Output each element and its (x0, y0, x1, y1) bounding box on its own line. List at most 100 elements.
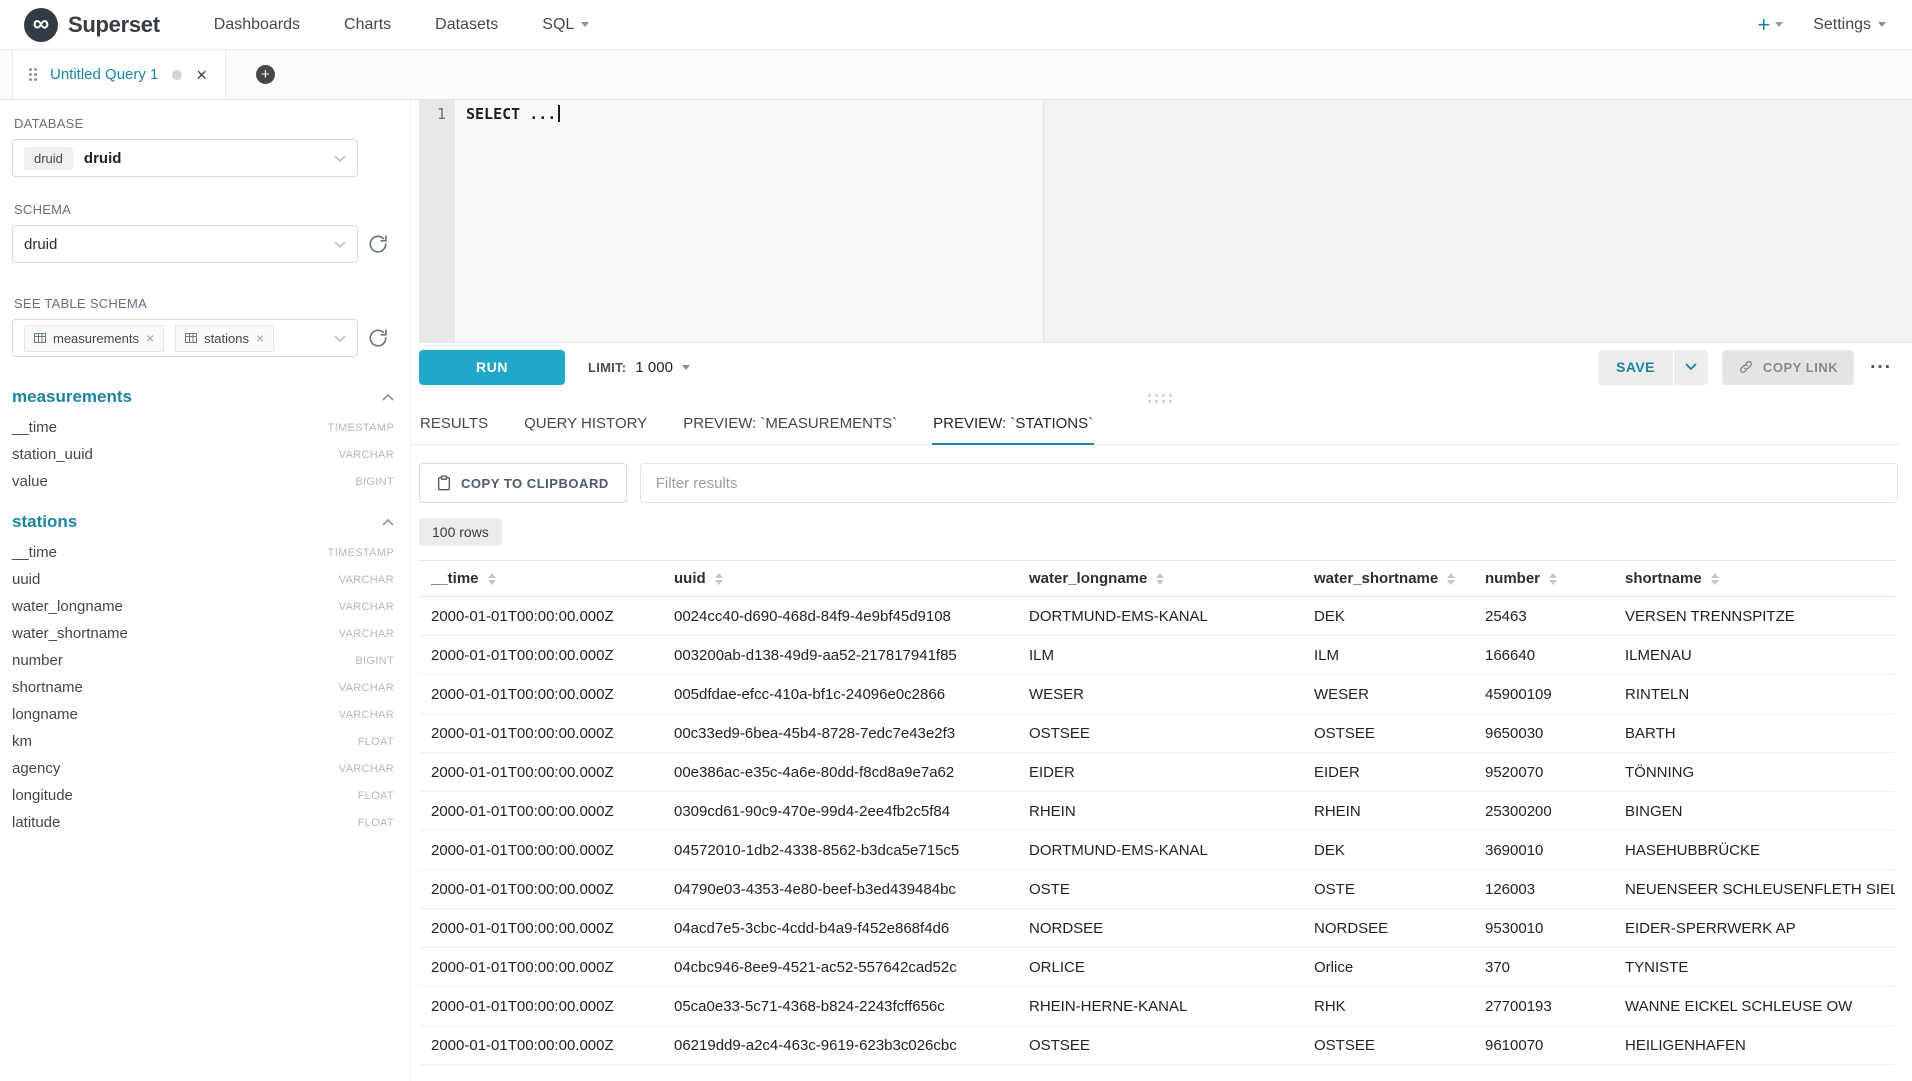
sort-icon[interactable] (715, 573, 723, 585)
grid-cell: OSTSEE (1302, 1026, 1473, 1065)
copy-link-button[interactable]: COPY LINK (1722, 350, 1854, 385)
grid-row[interactable]: 2000-01-01T00:00:00.000Z00e386ac-e35c-4a… (419, 753, 1895, 792)
grid-row[interactable]: 2000-01-01T00:00:00.000Z00c33ed9-6bea-45… (419, 714, 1895, 753)
refresh-tables-icon[interactable] (368, 328, 388, 348)
new-item-button[interactable]: + (1757, 12, 1783, 38)
copy-to-clipboard-button[interactable]: COPY TO CLIPBOARD (419, 463, 627, 503)
results-tab-bar: RESULTS QUERY HISTORY PREVIEW: `MEASUREMEN… (411, 405, 1898, 445)
close-tab-icon[interactable]: × (194, 64, 209, 86)
sort-icon[interactable] (1447, 573, 1455, 585)
grid-row[interactable]: 2000-01-01T00:00:00.000Z04cbc946-8ee9-45… (419, 948, 1895, 987)
grid-cell: 05ca0e33-5c71-4368-b824-2243fcff656c (662, 987, 1017, 1026)
more-options-button[interactable]: ... (1868, 352, 1898, 382)
settings-menu[interactable]: Settings (1813, 16, 1886, 34)
schema-select[interactable]: druid (12, 225, 358, 263)
grid-cell: 2000-01-01T00:00:00.000Z (419, 714, 662, 753)
run-button[interactable]: RUN (419, 350, 565, 385)
table-icon (34, 332, 46, 344)
grid-cell: DEK (1302, 831, 1473, 870)
drag-handle-icon[interactable] (29, 68, 38, 82)
grid-row[interactable]: 2000-01-01T00:00:00.000Z05ca0e33-5c71-43… (419, 987, 1895, 1026)
grid-cell: 2000-01-01T00:00:00.000Z (419, 831, 662, 870)
save-button[interactable]: SAVE (1598, 350, 1673, 385)
grid-row[interactable]: 2000-01-01T00:00:00.000Z04acd7e5-3cbc-4c… (419, 909, 1895, 948)
nav-item-sql[interactable]: SQL (542, 16, 589, 34)
sort-icon[interactable] (1711, 573, 1719, 585)
refresh-schema-icon[interactable] (368, 234, 388, 254)
row-count-badge: 100 rows (419, 518, 502, 546)
grid-cell: HASEHUBBRÜCKE (1613, 831, 1895, 870)
sort-icon[interactable] (488, 573, 496, 585)
grid-cell: 04cbc946-8ee9-4521-ac52-557642cad52c (662, 948, 1017, 987)
results-tab-0[interactable]: RESULTS (419, 405, 489, 444)
table-icon (185, 332, 197, 344)
table-chip[interactable]: stations× (175, 325, 274, 352)
grid-column-header[interactable]: shortname (1613, 561, 1895, 597)
brand[interactable]: ∞ Superset (24, 8, 160, 42)
text-cursor (558, 105, 560, 122)
table-chip[interactable]: measurements× (24, 325, 164, 352)
remove-chip-icon[interactable]: × (256, 331, 264, 345)
grid-row[interactable]: 2000-01-01T00:00:00.000Z06219dd9-a2c4-46… (419, 1026, 1895, 1065)
editor-code[interactable]: SELECT ... (455, 100, 560, 342)
table-schema-select[interactable]: measurements× stations× (12, 319, 358, 357)
grid-cell: 2000-01-01T00:00:00.000Z (419, 909, 662, 948)
grid-column-header[interactable]: water_longname (1017, 561, 1302, 597)
grid-column-header[interactable]: __time (419, 561, 662, 597)
results-tab-3[interactable]: PREVIEW: `STATIONS` (932, 405, 1094, 445)
grid-cell: 370 (1473, 948, 1613, 987)
grid-cell: 2000-01-01T00:00:00.000Z (419, 792, 662, 831)
nav-item-charts[interactable]: Charts (344, 16, 391, 34)
grid-cell: ORLICE (1017, 948, 1302, 987)
grid-column-header[interactable]: water_shortname (1302, 561, 1473, 597)
results-grid: __timeuuidwater_longnamewater_shortnamen… (419, 560, 1898, 1065)
table-name[interactable]: stations (12, 512, 77, 532)
nav-item-dashboards[interactable]: Dashboards (214, 16, 300, 34)
query-tab[interactable]: Untitled Query 1 × (12, 50, 226, 99)
results-tab-2[interactable]: PREVIEW: `MEASUREMENTS` (682, 405, 898, 444)
remove-chip-icon[interactable]: × (146, 331, 154, 345)
sort-icon[interactable] (1156, 573, 1164, 585)
grid-cell: ILM (1017, 636, 1302, 675)
grid-cell: BINGEN (1613, 792, 1895, 831)
database-value: druid (84, 150, 122, 167)
grid-cell: OSTSEE (1017, 1026, 1302, 1065)
schema-table-measurements: measurements__timeTIMESTAMPstation_uuidV… (12, 387, 396, 495)
editor-toolbar: RUN LIMIT: 1 000 SAVE COPY LINK ... (411, 343, 1912, 391)
grid-row[interactable]: 2000-01-01T00:00:00.000Z003200ab-d138-49… (419, 636, 1895, 675)
query-tab-label: Untitled Query 1 (50, 66, 158, 83)
grid-row[interactable]: 2000-01-01T00:00:00.000Z0024cc40-d690-46… (419, 597, 1895, 636)
table-schema-label: SEE TABLE SCHEMA (14, 296, 396, 311)
collapse-icon[interactable] (382, 513, 394, 531)
grid-cell: 9530010 (1473, 909, 1613, 948)
table-name[interactable]: measurements (12, 387, 132, 407)
column-row: shortnameVARCHAR (12, 674, 396, 701)
grid-cell: 0309cd61-90c9-470e-99d4-2ee4fb2c5f84 (662, 792, 1017, 831)
sql-editor[interactable]: 1 SELECT ... (419, 100, 1912, 343)
grid-cell: 06219dd9-a2c4-463c-9619-623b3c026cbc (662, 1026, 1017, 1065)
database-select[interactable]: druid druid (12, 139, 358, 177)
print-margin-line (1043, 100, 1044, 342)
save-options-button[interactable] (1674, 350, 1708, 385)
grid-row[interactable]: 2000-01-01T00:00:00.000Z04572010-1db2-43… (419, 831, 1895, 870)
schema-tables: measurements__timeTIMESTAMPstation_uuidV… (12, 387, 396, 836)
sort-icon[interactable] (1549, 573, 1557, 585)
grid-row[interactable]: 2000-01-01T00:00:00.000Z0309cd61-90c9-47… (419, 792, 1895, 831)
limit-label: LIMIT: (588, 360, 626, 375)
grid-column-header[interactable]: uuid (662, 561, 1017, 597)
grid-cell: VERSEN TRENNSPITZE (1613, 597, 1895, 636)
collapse-icon[interactable] (382, 388, 394, 406)
grid-row[interactable]: 2000-01-01T00:00:00.000Z005dfdae-efcc-41… (419, 675, 1895, 714)
pane-resize-handle[interactable] (411, 391, 1912, 405)
new-tab-button[interactable]: + (256, 50, 275, 99)
database-type-badge: druid (24, 147, 73, 170)
limit-dropdown[interactable]: LIMIT: 1 000 (588, 359, 690, 376)
clipboard-icon (437, 475, 451, 491)
grid-row[interactable]: 2000-01-01T00:00:00.000Z04790e03-4353-4e… (419, 870, 1895, 909)
grid-header-row: __timeuuidwater_longnamewater_shortnamen… (419, 561, 1895, 597)
filter-results-input[interactable] (640, 463, 1898, 503)
results-tab-1[interactable]: QUERY HISTORY (523, 405, 648, 444)
nav-item-datasets[interactable]: Datasets (435, 16, 498, 34)
grid-column-header[interactable]: number (1473, 561, 1613, 597)
grid-cell: 9650030 (1473, 714, 1613, 753)
